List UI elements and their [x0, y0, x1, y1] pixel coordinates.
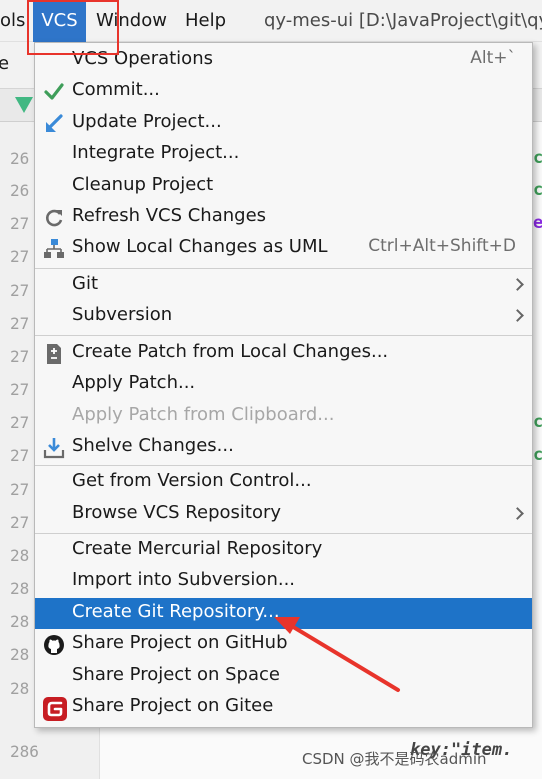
menu-item-shortcut: Ctrl+Alt+Shift+D — [368, 236, 516, 256]
line-number: 27 — [10, 281, 30, 300]
menu-item-create-mercurial-repository[interactable]: Create Mercurial Repository — [35, 535, 532, 566]
menu-item-share-on-space[interactable]: Share Project on Space — [35, 661, 532, 692]
update-arrow-icon — [43, 113, 65, 135]
line-number: 27 — [10, 214, 30, 233]
menu-item-subversion[interactable]: Subversion — [35, 301, 532, 332]
menu-item-integrate-project[interactable]: Integrate Project... — [35, 139, 532, 170]
menu-item-get-from-vcs[interactable]: Get from Version Control... — [35, 467, 532, 498]
refresh-icon — [43, 207, 65, 229]
patch-file-icon — [43, 343, 65, 365]
menu-item-label: Commit... — [72, 79, 160, 100]
menu-tools[interactable]: ols — [0, 0, 25, 42]
shelve-icon — [43, 437, 65, 459]
menu-item-browse-vcs-repository[interactable]: Browse VCS Repository — [35, 499, 532, 530]
menu-item-show-local-changes-uml[interactable]: Show Local Changes as UML Ctrl+Alt+Shift… — [35, 233, 532, 264]
window-title: qy-mes-ui [D:\JavaProject\git\qy — [264, 10, 542, 31]
code-fragment: e — [533, 213, 542, 233]
chevron-right-icon — [511, 507, 524, 520]
menu-separator — [35, 268, 532, 269]
menu-item-apply-patch-clipboard: Apply Patch from Clipboard... — [35, 401, 532, 432]
menu-separator — [35, 533, 532, 534]
menu-help[interactable]: Help — [185, 0, 226, 42]
vcs-highlight-box — [27, 0, 119, 55]
menu-item-update-project[interactable]: Update Project... — [35, 108, 532, 139]
menu-item-label: Import into Subversion... — [72, 569, 296, 590]
line-number: 28 — [10, 679, 30, 698]
menu-item-label: Git — [72, 273, 99, 294]
menu-item-git[interactable]: Git — [35, 270, 532, 301]
menu-item-label: Create Mercurial Repository — [72, 538, 323, 559]
menu-item-create-git-repository[interactable]: Create Git Repository... — [35, 598, 532, 629]
menu-item-shelve-changes[interactable]: Shelve Changes... — [35, 432, 532, 463]
menu-item-label: Integrate Project... — [72, 142, 240, 163]
vcs-dropdown-menu: VCS Operations Alt+` Commit... Update Pr… — [34, 42, 533, 728]
vue-file-icon[interactable] — [15, 97, 33, 113]
menu-item-label: Share Project on GitHub — [72, 632, 288, 653]
line-number: 27 — [10, 247, 30, 266]
line-number: 28 — [10, 612, 30, 631]
uml-diagram-icon — [43, 238, 65, 260]
menu-item-label: Apply Patch... — [72, 372, 196, 393]
menu-item-label: Apply Patch from Clipboard... — [72, 404, 335, 425]
menu-item-label: Share Project on Gitee — [72, 695, 274, 716]
line-number: 27 — [10, 513, 30, 532]
menu-item-label: Subversion — [72, 304, 173, 325]
watermark: CSDN @我不是码农admin — [302, 750, 487, 768]
code-fragment: c — [533, 180, 542, 200]
line-number: 27 — [10, 380, 30, 399]
menu-item-label: Get from Version Control... — [72, 470, 312, 491]
menu-item-import-into-subversion[interactable]: Import into Subversion... — [35, 566, 532, 597]
menu-item-share-on-github[interactable]: Share Project on GitHub — [35, 629, 532, 660]
line-number: 286 — [10, 742, 39, 761]
menu-item-label: Create Patch from Local Changes... — [72, 341, 389, 362]
code-fragment: c — [533, 412, 542, 432]
menu-item-label: Refresh VCS Changes — [72, 205, 267, 226]
line-number: 26 — [10, 149, 30, 168]
menu-separator — [35, 465, 532, 466]
line-number: 28 — [10, 579, 30, 598]
line-number: 28 — [10, 546, 30, 565]
menu-item-create-patch[interactable]: Create Patch from Local Changes... — [35, 338, 532, 369]
gitee-icon — [43, 697, 67, 721]
commit-check-icon — [43, 81, 65, 103]
menu-item-label: Show Local Changes as UML — [72, 236, 328, 257]
menu-item-label: Cleanup Project — [72, 174, 214, 195]
line-number: 27 — [10, 314, 30, 333]
line-number: 27 — [10, 446, 30, 465]
code-fragment: c — [533, 148, 542, 168]
menu-item-label: Create Git Repository... — [72, 601, 280, 622]
chevron-right-icon — [511, 278, 524, 291]
menu-item-cleanup-project[interactable]: Cleanup Project — [35, 171, 532, 202]
menu-item-label: Update Project... — [72, 111, 222, 132]
menu-item-label: Share Project on Space — [72, 664, 280, 685]
github-icon — [43, 634, 65, 656]
line-number: 27 — [10, 347, 30, 366]
line-number: 27 — [10, 480, 30, 499]
line-number: 27 — [10, 413, 30, 432]
line-number: 28 — [10, 645, 30, 664]
chevron-right-icon — [511, 309, 524, 322]
menu-item-shortcut: Alt+` — [470, 48, 516, 68]
menu-separator — [35, 335, 532, 336]
toolbar-text: e — [0, 53, 10, 74]
line-number: 26 — [10, 181, 30, 200]
menu-item-commit[interactable]: Commit... — [35, 76, 532, 107]
menu-item-refresh-vcs-changes[interactable]: Refresh VCS Changes — [35, 202, 532, 233]
menu-item-apply-patch[interactable]: Apply Patch... — [35, 369, 532, 400]
menu-item-label: Browse VCS Repository — [72, 502, 282, 523]
menu-item-label: Shelve Changes... — [72, 435, 234, 456]
menu-item-share-on-gitee[interactable]: Share Project on Gitee — [35, 692, 532, 723]
code-fragment: c — [533, 445, 542, 465]
